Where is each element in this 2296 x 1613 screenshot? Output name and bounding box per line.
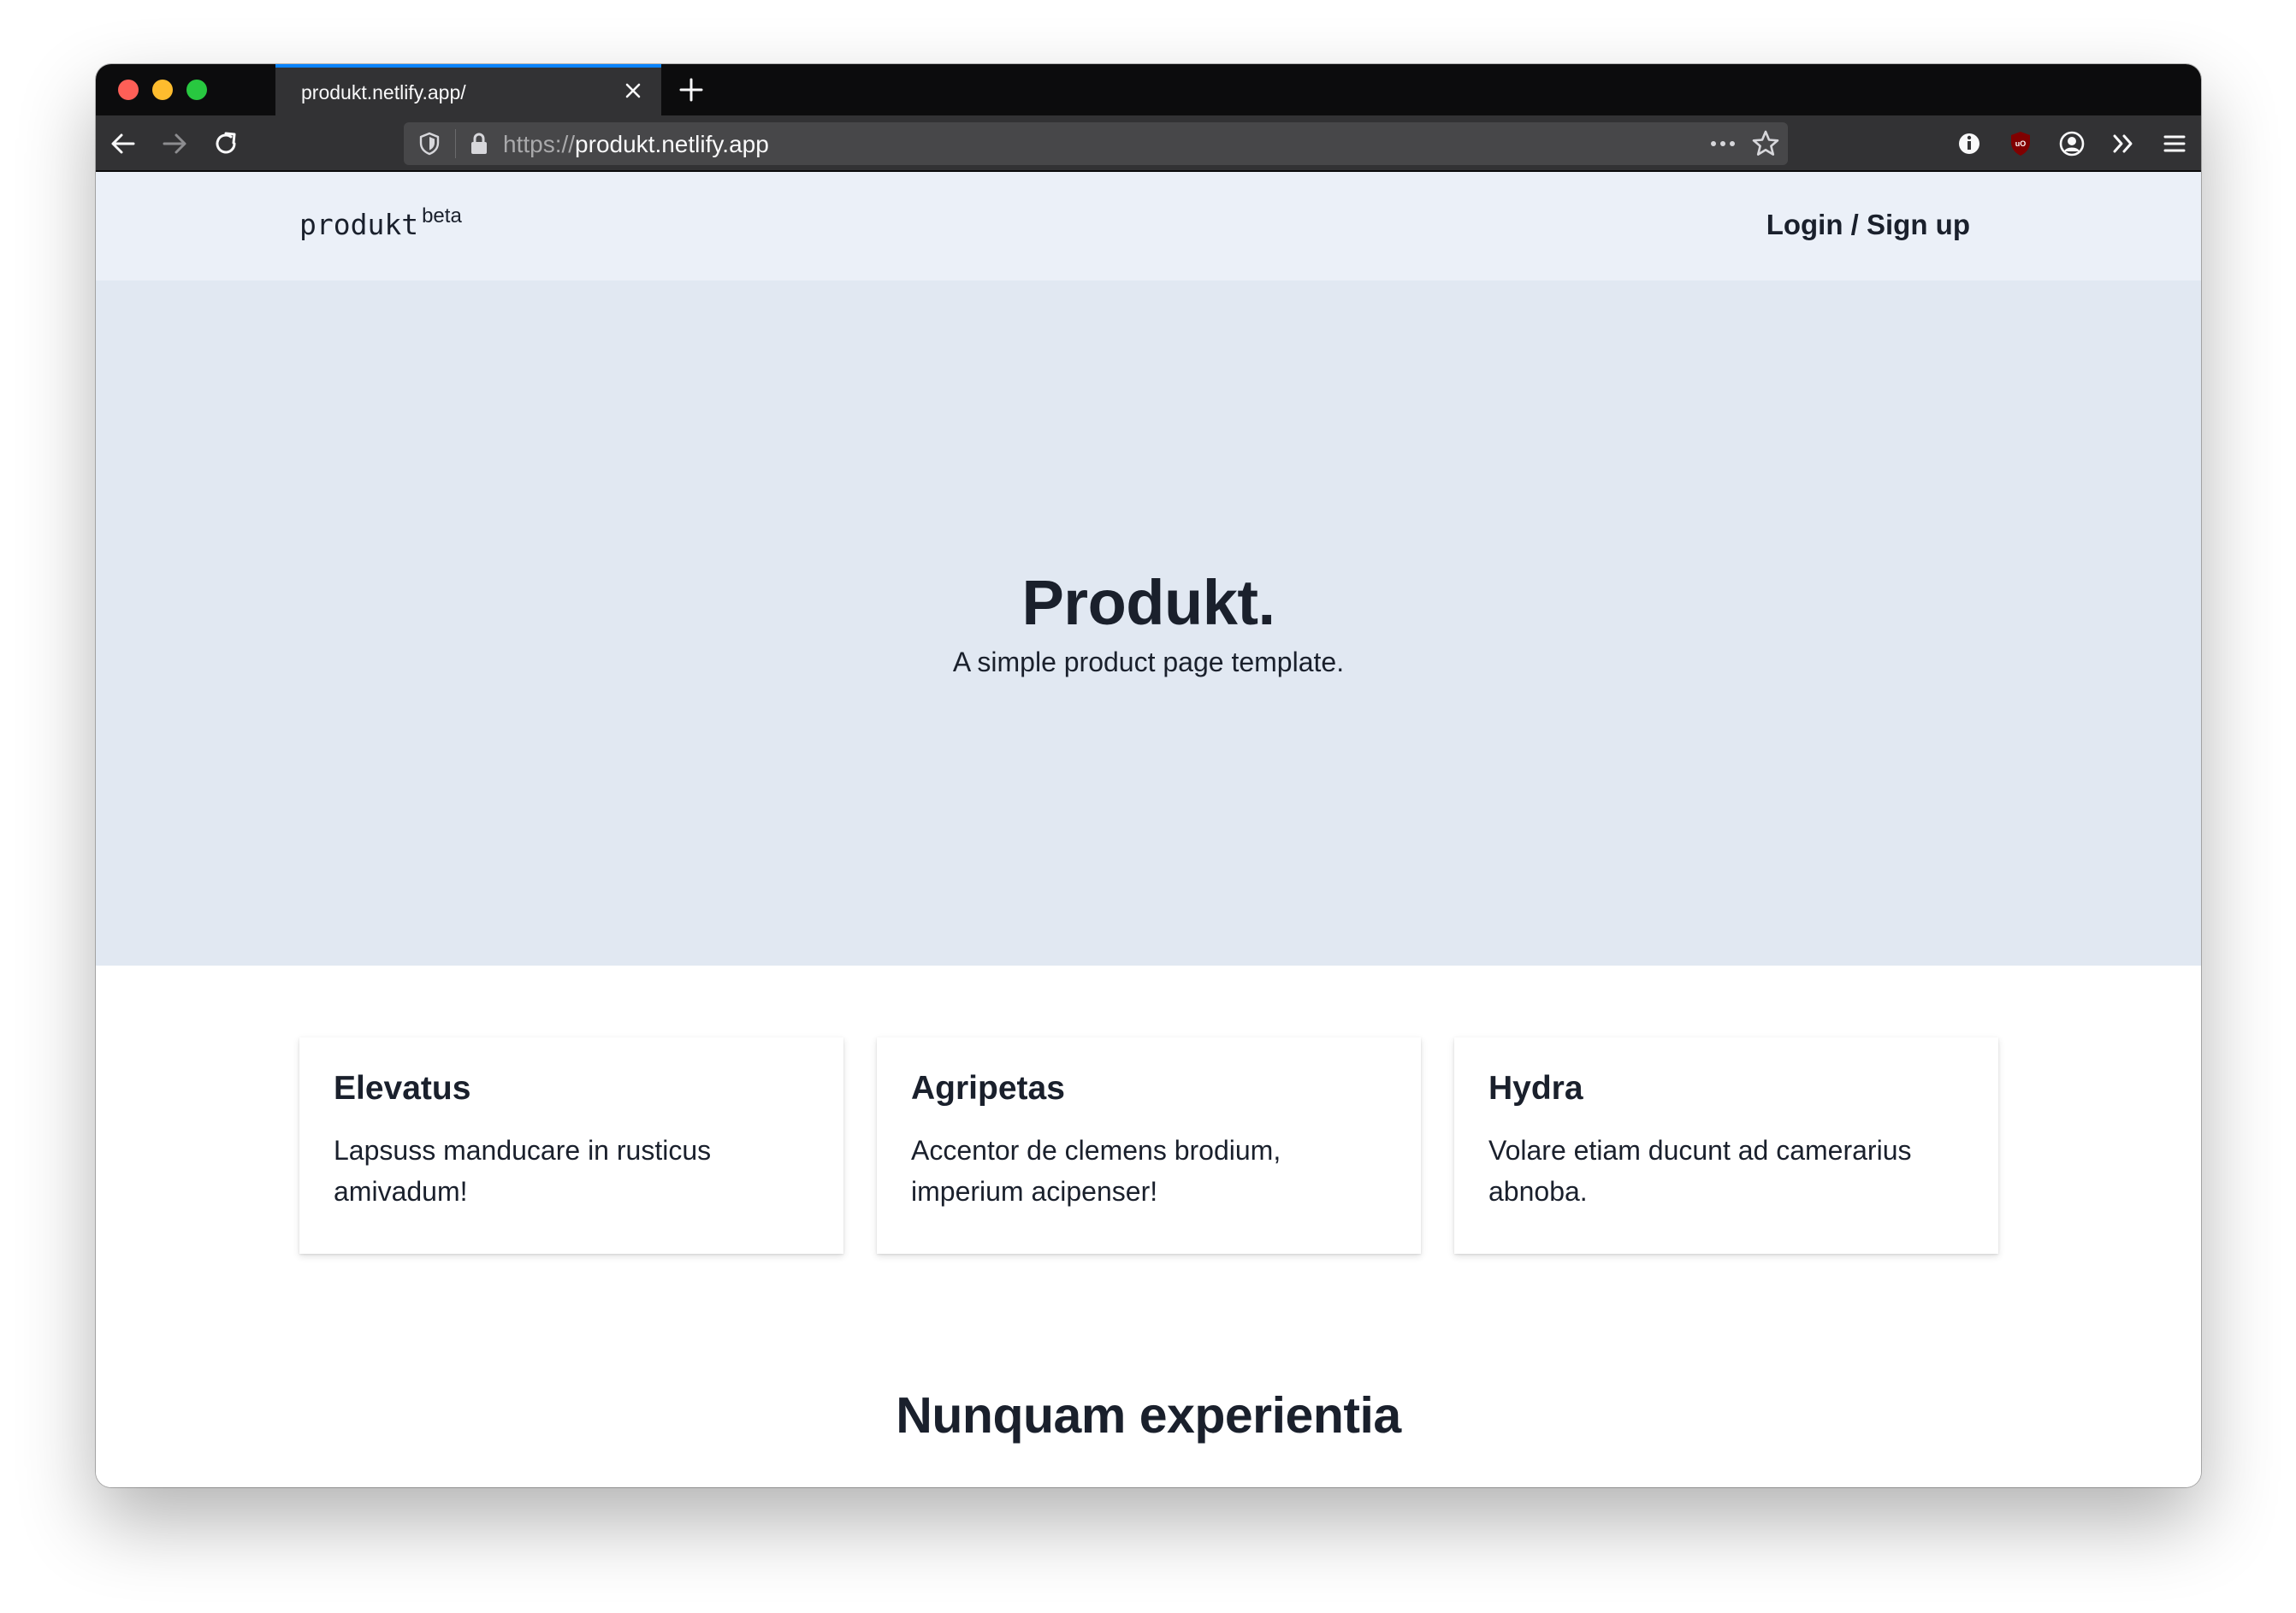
browser-tab[interactable]: produkt.netlify.app/ <box>275 64 661 115</box>
minimize-window-button[interactable] <box>152 80 173 100</box>
hamburger-menu-icon[interactable] <box>2158 127 2191 160</box>
info-extension-icon[interactable] <box>1953 127 1985 160</box>
browser-window: produkt.netlify.app/ https://produkt.net… <box>96 64 2201 1487</box>
url-separator <box>455 129 456 158</box>
brand-name: produkt <box>299 208 419 241</box>
feature-text: Accentor de clemens brodium, imperium ac… <box>911 1135 1281 1207</box>
feature-card: Hydra Volare etiam ducunt ad camerarius … <box>1454 1037 1998 1254</box>
svg-text:uO: uO <box>2015 139 2027 148</box>
site-header: produkt beta Login / Sign up <box>96 172 2201 281</box>
back-arrow-icon[interactable] <box>106 127 140 161</box>
feature-title: Elevatus <box>334 1070 471 1107</box>
page-actions-icon[interactable] <box>1707 129 1738 158</box>
tab-title: produkt.netlify.app/ <box>301 81 466 103</box>
feature-title: Hydra <box>1488 1070 1583 1107</box>
bookmark-star-icon[interactable] <box>1750 128 1781 159</box>
login-signup-link[interactable]: Login / Sign up <box>1766 209 1970 241</box>
brand-logo[interactable]: produkt beta <box>299 204 462 241</box>
feature-text: Lapsuss manducare in rusticus amivadum! <box>334 1135 712 1207</box>
url-text[interactable]: https://produkt.netlify.app <box>503 131 769 158</box>
feature-card: Agripetas Accentor de clemens brodium, i… <box>877 1037 1421 1254</box>
feature-title: Agripetas <box>911 1070 1065 1107</box>
forward-arrow-icon[interactable] <box>157 127 192 161</box>
maximize-window-button[interactable] <box>186 80 207 100</box>
web-page: produkt beta Login / Sign up Produkt. A s… <box>96 172 2201 1487</box>
new-tab-icon[interactable] <box>674 73 708 107</box>
account-icon[interactable] <box>2056 127 2088 160</box>
url-scheme: https:// <box>503 131 576 157</box>
hero-title: Produkt. <box>1021 567 1275 638</box>
overflow-chevrons-icon[interactable] <box>2107 127 2139 160</box>
url-host: produkt.netlify.app <box>575 131 769 157</box>
feature-card: Elevatus Lapsuss manducare in rusticus a… <box>299 1037 843 1254</box>
close-tab-icon[interactable] <box>620 78 646 103</box>
hero-section: Produkt. A simple product page template. <box>96 281 2201 966</box>
close-window-button[interactable] <box>118 80 139 100</box>
lock-icon[interactable] <box>465 130 493 157</box>
feature-cards: Elevatus Lapsuss manducare in rusticus a… <box>299 1037 1998 1254</box>
shield-icon[interactable] <box>416 130 443 157</box>
hero-subtitle: A simple product page template. <box>952 647 1345 677</box>
reload-icon[interactable] <box>209 127 243 161</box>
section-title: Nunquam experientia <box>896 1387 1401 1444</box>
ublock-shield-icon[interactable]: uO <box>2004 127 2037 160</box>
feature-text: Volare etiam ducunt ad camerarius abnoba… <box>1488 1135 1912 1207</box>
tab-strip: produkt.netlify.app/ <box>96 64 2201 115</box>
address-bar[interactable]: https://produkt.netlify.app <box>404 122 1788 165</box>
nav-toolbar: https://produkt.netlify.app uO <box>96 115 2201 172</box>
beta-badge: beta <box>422 204 462 227</box>
